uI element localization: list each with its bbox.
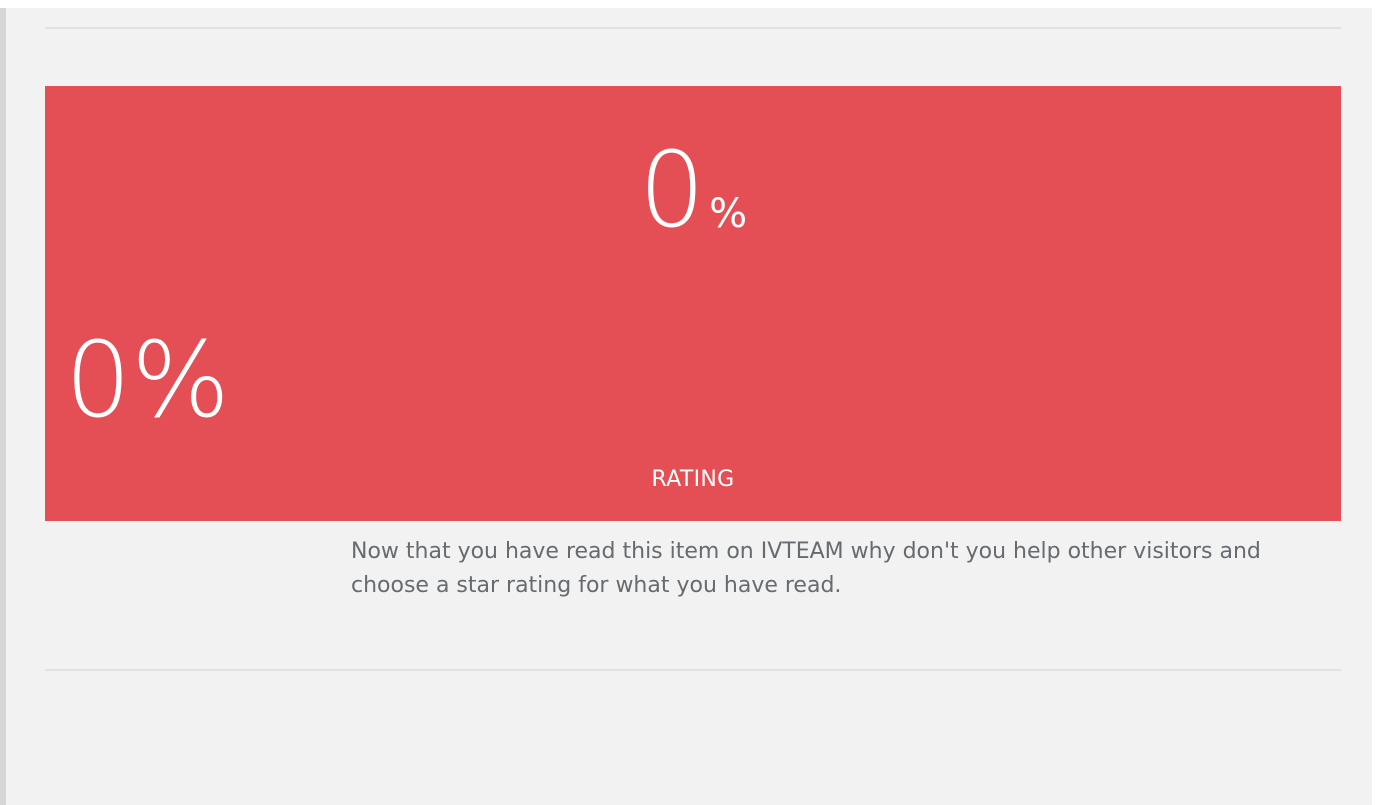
rating-label: RATING [651,467,735,492]
top-divider [45,27,1341,29]
rating-score: 0% [45,138,1341,242]
content-frame: 0% 0% RATING Now that you have read this… [0,8,1372,805]
rating-summary-box: 0% 0% RATING [45,86,1341,521]
rating-prompt-text: Now that you have read this item on IVTE… [351,539,1261,598]
bottom-divider [45,669,1341,671]
rating-score-value: 0 [638,129,706,251]
rating-percentage-large: 0% [65,319,230,441]
rating-score-unit: % [709,191,748,237]
